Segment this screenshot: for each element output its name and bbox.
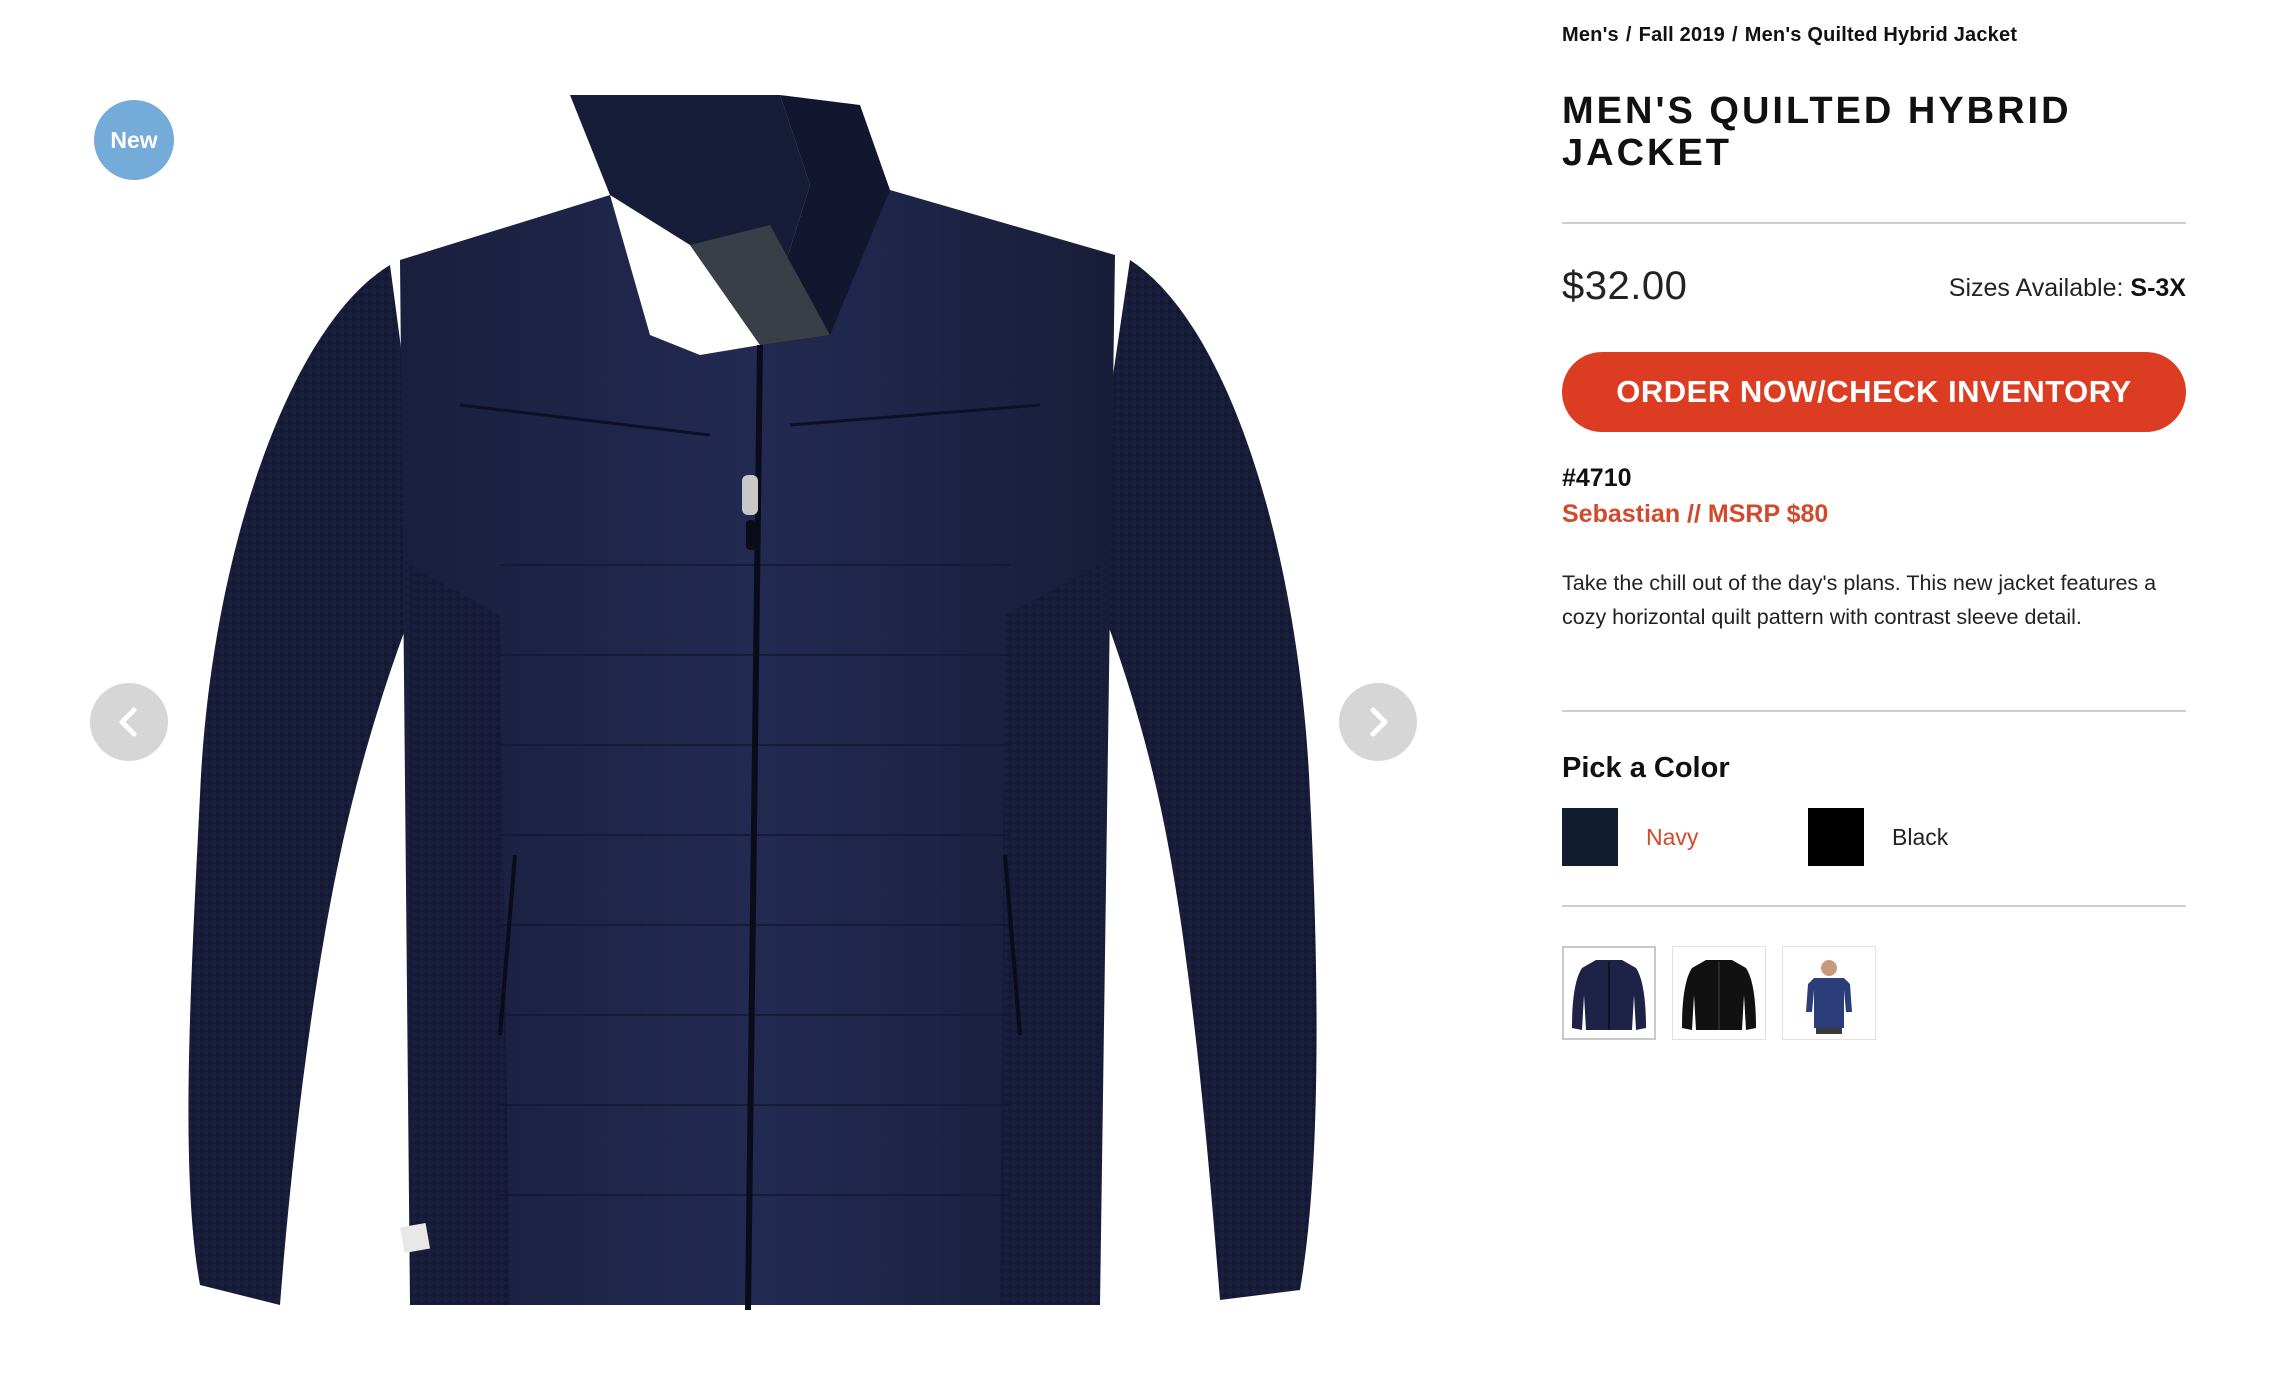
gallery-prev-button[interactable] (90, 683, 168, 761)
thumbnail-navy-jacket[interactable] (1562, 946, 1656, 1040)
color-swatch-navy (1562, 808, 1618, 866)
divider (1562, 710, 2186, 712)
jacket-image (188, 95, 1317, 1311)
navy-jacket-thumb-image (1572, 960, 1646, 1030)
product-sku: #4710 (1562, 464, 1632, 492)
gallery-next-button[interactable] (1339, 683, 1417, 761)
brand-msrp: Sebastian // MSRP $80 (1562, 500, 1829, 528)
color-label-navy: Navy (1646, 823, 1699, 850)
new-badge: New (94, 100, 174, 180)
black-jacket-thumb-image (1682, 960, 1756, 1030)
breadcrumb-separator: / (1731, 24, 1738, 46)
product-description: Take the chill out of the day's plans. T… (1562, 571, 2157, 629)
color-option-navy[interactable]: Navy (1562, 808, 1698, 866)
color-options: Navy Black (1562, 808, 2186, 866)
breadcrumb-item-current: Men's Quilted Hybrid Jacket (1744, 24, 2018, 46)
color-swatch-black (1808, 808, 1864, 866)
color-option-black[interactable]: Black (1808, 808, 1948, 866)
chevron-left-icon (119, 707, 137, 737)
breadcrumb: Men's / Fall 2019 / Men's Quilted Hybrid Jac… (1562, 24, 2017, 47)
divider (1562, 905, 2186, 907)
product-title: MEN'S QUILTED HYBRID JACKET (1562, 90, 2072, 174)
thumbnail-model[interactable] (1782, 946, 1876, 1040)
breadcrumb-item-fall-2019[interactable]: Fall 2019 (1639, 24, 1725, 46)
model-wearing-jacket-thumb-image (1806, 960, 1852, 1034)
color-picker-heading: Pick a Color (1562, 752, 1730, 784)
product-price: $32.00 (1562, 264, 1688, 308)
divider (1562, 222, 2186, 224)
sizes-available: Sizes Available: S-3X (1949, 274, 2186, 303)
new-badge-label: New (110, 126, 158, 153)
color-label-black: Black (1892, 823, 1949, 850)
sizes-value: S-3X (2130, 274, 2186, 302)
thumbnail-strip (1562, 946, 1876, 1040)
breadcrumb-item-mens[interactable]: Men's (1562, 24, 1619, 46)
breadcrumb-separator: / (1625, 24, 1632, 46)
order-now-button[interactable]: ORDER NOW/CHECK INVENTORY (1562, 352, 2186, 432)
sizes-label: Sizes Available: (1948, 274, 2124, 302)
product-gallery: New (0, 0, 1460, 1374)
thumbnail-black-jacket[interactable] (1672, 946, 1766, 1040)
chevron-right-icon (1370, 707, 1388, 737)
product-main-image (170, 95, 1340, 1355)
